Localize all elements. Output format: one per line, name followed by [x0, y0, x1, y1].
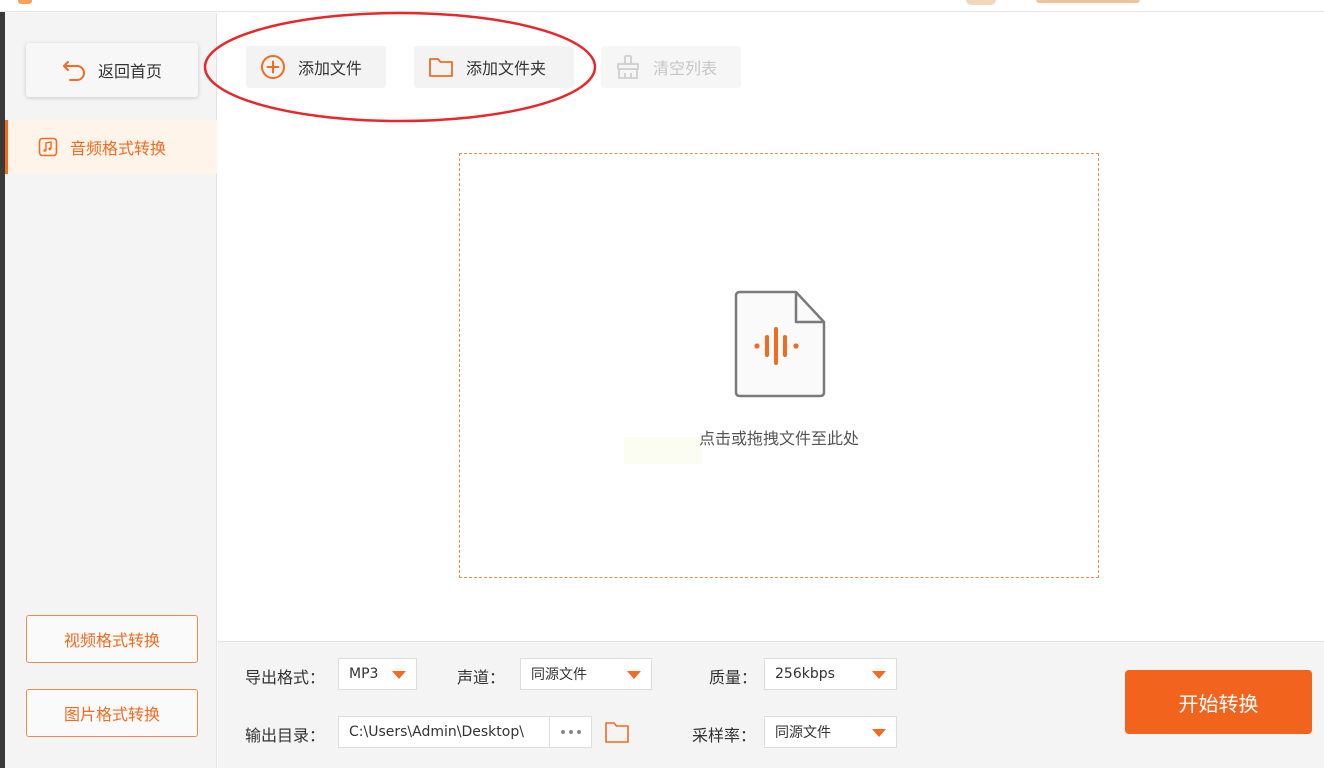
audio-file-icon [734, 290, 826, 398]
dot-icon [568, 730, 573, 734]
channel-label: 声道： [457, 668, 506, 687]
channel-value: 同源文件 [531, 667, 587, 683]
output-path-field[interactable]: C:\Users\Admin\Desktop\ [338, 716, 550, 748]
dropdown-arrow-icon [392, 671, 406, 679]
dropdown-arrow-icon [872, 671, 886, 679]
music-note-icon [38, 137, 58, 157]
quality-select[interactable]: 256kbps [764, 658, 897, 690]
export-format-value: MP3 [349, 666, 379, 682]
folder-icon [429, 58, 453, 77]
start-convert-label: 开始转换 [1178, 691, 1259, 716]
sidebar: 返回首页 音频格式转换 视频格式转换 图片格式转换 [5, 13, 217, 768]
video-convert-label: 视频格式转换 [63, 631, 160, 650]
drop-hint-text: 点击或拖拽文件至此处 [698, 429, 859, 448]
video-convert-button[interactable]: 视频格式转换 [26, 615, 198, 663]
dot-icon [560, 730, 565, 734]
open-folder-icon[interactable] [604, 720, 630, 744]
start-convert-button[interactable]: 开始转换 [1125, 670, 1312, 734]
header-button-fragment [1036, 0, 1140, 3]
image-convert-button[interactable]: 图片格式转换 [26, 689, 198, 737]
sidebar-item-audio-label: 音频格式转换 [70, 139, 167, 158]
export-format-label: 导出格式： [245, 668, 326, 687]
return-arrow-icon [62, 61, 85, 81]
sample-rate-select[interactable]: 同源文件 [764, 716, 897, 748]
dropdown-arrow-icon [872, 729, 886, 737]
file-drop-zone[interactable]: 点击或拖拽文件至此处 [459, 153, 1099, 578]
add-folder-button[interactable]: 添加文件夹 [414, 46, 574, 88]
settings-panel: 导出格式： MP3 声道： 同源文件 质量： 256kbps 输出目录： C:\… [218, 641, 1324, 768]
quality-value: 256kbps [775, 666, 835, 682]
dropdown-arrow-icon [627, 671, 641, 679]
channel-select[interactable]: 同源文件 [520, 658, 652, 690]
avatar-fragment [966, 0, 996, 5]
output-dir-label: 输出目录： [245, 726, 326, 745]
add-file-label: 添加文件 [298, 59, 363, 78]
plus-circle-icon [261, 55, 285, 79]
add-folder-label: 添加文件夹 [466, 59, 547, 78]
back-home-label: 返回首页 [97, 62, 162, 81]
export-format-select[interactable]: MP3 [338, 658, 417, 690]
sample-rate-label: 采样率： [692, 726, 757, 745]
add-file-button[interactable]: 添加文件 [246, 46, 386, 88]
broom-icon [617, 55, 639, 79]
clear-list-button[interactable]: 清空列表 [601, 46, 741, 88]
clear-list-label: 清空列表 [653, 59, 718, 78]
image-convert-label: 图片格式转换 [63, 705, 160, 724]
dot-icon [576, 730, 581, 734]
sidebar-item-audio-convert[interactable]: 音频格式转换 [5, 120, 217, 174]
logo-fragment [18, 0, 32, 4]
quality-label: 质量： [709, 668, 758, 687]
sample-rate-value: 同源文件 [775, 725, 831, 741]
title-bar [0, 0, 1324, 12]
back-home-button[interactable]: 返回首页 [26, 43, 198, 97]
browse-path-button[interactable] [550, 716, 592, 748]
